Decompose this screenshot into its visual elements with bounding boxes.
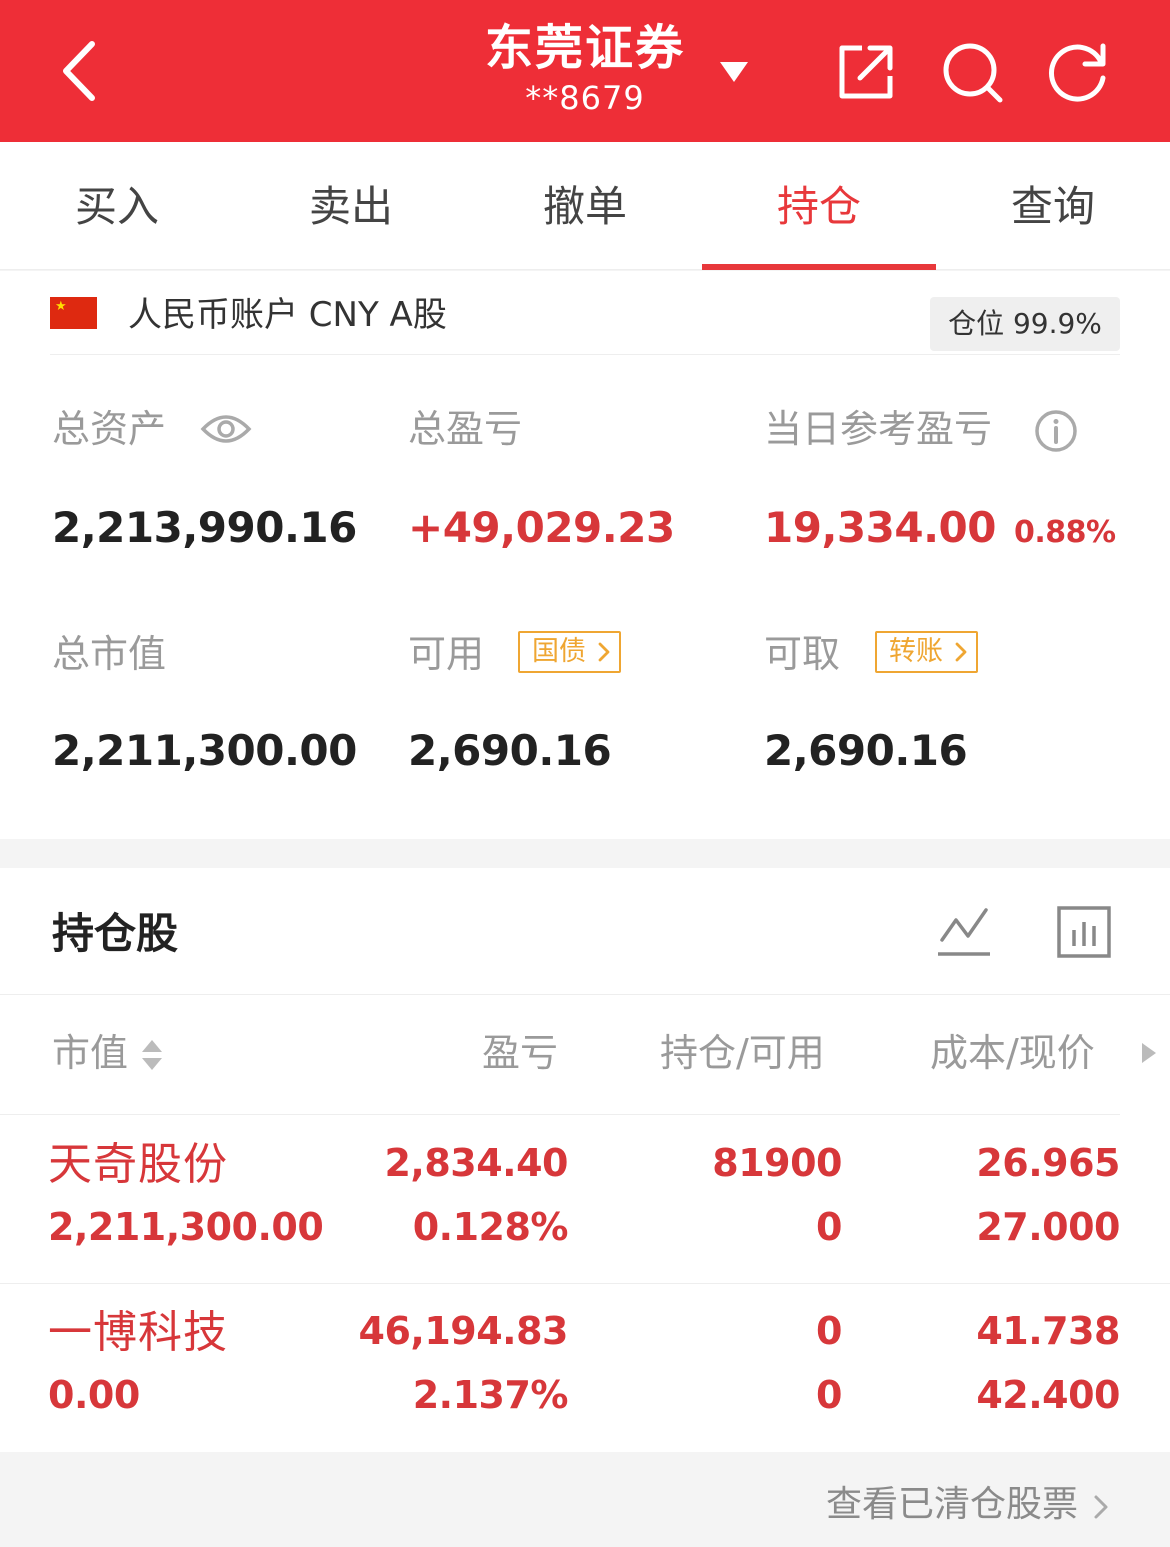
holding-row[interactable]: 天奇股份 2,211,300.00 2,834.40 0.128% 81900 …: [0, 1116, 1170, 1284]
stock-pl-percent: 0.128%: [412, 1205, 569, 1249]
stock-pl: 2,834.40: [384, 1141, 568, 1185]
stock-price: 42.400: [976, 1373, 1120, 1417]
stock-position: 81900: [712, 1141, 842, 1185]
share-icon[interactable]: [834, 40, 898, 104]
market-value-label: 总市值: [52, 632, 167, 676]
chevron-right-icon[interactable]: [1092, 1494, 1110, 1520]
col-position: 持仓/可用: [660, 1031, 825, 1075]
tab-buy[interactable]: 买入: [0, 142, 234, 270]
trade-tabs: 买入 卖出 撤单 持仓 查询: [0, 142, 1170, 270]
divider: [0, 994, 1170, 995]
stock-position: 0: [816, 1309, 842, 1353]
col-pl: 盈亏: [482, 1031, 559, 1075]
stock-price: 27.000: [976, 1205, 1120, 1249]
stock-available: 0: [816, 1205, 842, 1249]
stock-pl: 46,194.83: [358, 1309, 569, 1353]
total-assets-label: 总资产: [52, 407, 167, 451]
view-closed-positions-link[interactable]: 查看已清仓股票: [826, 1482, 1078, 1528]
daily-pl-value: 19,334.00: [764, 503, 996, 552]
total-assets-value: 2,213,990.16: [52, 503, 357, 552]
stock-pl-percent: 2.137%: [412, 1373, 569, 1417]
info-icon[interactable]: [1034, 409, 1078, 453]
bar-chart-icon[interactable]: [1056, 904, 1112, 960]
tab-holdings[interactable]: 持仓: [702, 142, 936, 270]
stock-cost: 26.965: [976, 1141, 1120, 1185]
holding-row[interactable]: 一博科技 0.00 46,194.83 2.137% 0 0 41.738 42…: [0, 1284, 1170, 1452]
available-label: 可用: [408, 632, 485, 676]
stock-name: 天奇股份: [48, 1139, 228, 1190]
withdrawable-label: 可取: [764, 632, 841, 676]
holdings-title: 持仓股: [52, 909, 179, 958]
total-pl-value: +49,029.23: [408, 503, 675, 552]
chevron-right-icon: [598, 642, 609, 662]
stock-cost: 41.738: [976, 1309, 1120, 1353]
holdings-section: 持仓股 市值 盈亏 持仓/可用 成本/现价 天奇股份 2,211,300.00 …: [0, 868, 1170, 1452]
account-row: ★ 人民币账户 CNY A股 仓位 99.9%: [50, 287, 1120, 355]
refresh-icon[interactable]: [1047, 40, 1111, 104]
line-chart-icon[interactable]: [936, 904, 992, 960]
position-ratio-badge: 仓位 99.9%: [930, 297, 1120, 351]
col-cost-price: 成本/现价: [930, 1031, 1095, 1075]
account-label: 人民币账户 CNY A股: [128, 295, 447, 335]
stock-name: 一博科技: [48, 1307, 228, 1358]
active-tab-indicator: [702, 264, 936, 270]
withdrawable-value: 2,690.16: [764, 726, 968, 775]
divider: [0, 1114, 1120, 1115]
treasury-bond-label: 国债: [532, 636, 586, 667]
tab-cancel[interactable]: 撤单: [468, 142, 702, 270]
footer: 查看已清仓股票: [0, 1452, 1170, 1547]
eye-icon[interactable]: [200, 411, 252, 447]
transfer-label: 转账: [889, 636, 943, 667]
search-icon[interactable]: [940, 40, 1004, 104]
market-value: 2,211,300.00: [52, 726, 357, 775]
stock-market-value: 0.00: [48, 1373, 140, 1417]
daily-pl-label: 当日参考盈亏: [764, 407, 993, 451]
tab-query[interactable]: 查询: [936, 142, 1170, 270]
account-summary: ★ 人民币账户 CNY A股 仓位 99.9% 总资产 2,213,990.16…: [0, 271, 1170, 839]
daily-pl-row: 19,334.00 0.88%: [764, 503, 1116, 558]
daily-pl-percent: 0.88%: [1013, 515, 1116, 550]
total-pl-label: 总盈亏: [408, 407, 523, 451]
col-market-value[interactable]: 市值: [52, 1030, 128, 1076]
sort-icon[interactable]: [140, 1038, 164, 1072]
chevron-right-icon[interactable]: [1138, 1040, 1158, 1066]
chevron-right-icon: [955, 642, 966, 662]
stock-available: 0: [816, 1373, 842, 1417]
chevron-down-icon[interactable]: [716, 56, 752, 86]
available-value: 2,690.16: [408, 726, 612, 775]
tab-sell[interactable]: 卖出: [234, 142, 468, 270]
transfer-link[interactable]: 转账: [875, 631, 978, 673]
treasury-bond-link[interactable]: 国债: [518, 631, 621, 673]
cn-flag-icon: ★: [50, 297, 97, 329]
top-bar: 东莞证券 **8679: [0, 0, 1170, 142]
